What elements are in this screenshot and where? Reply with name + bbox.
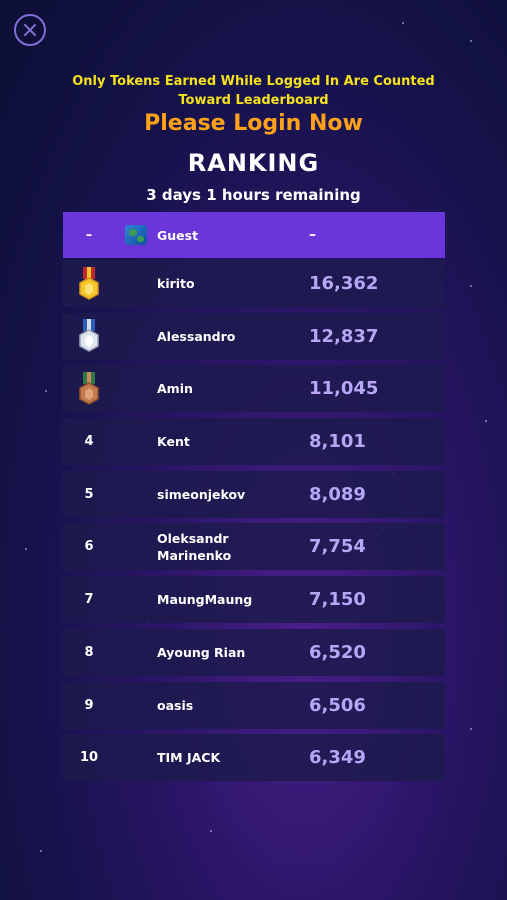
- bronze-medal-icon: [63, 371, 115, 406]
- login-link[interactable]: Please Login Now: [0, 108, 507, 140]
- table-row: 9 oasis 6,506: [63, 681, 445, 729]
- player-score: 16,362: [309, 273, 379, 294]
- player-rank: 4: [84, 434, 94, 450]
- player-rank: 5: [84, 486, 94, 502]
- player-name: Oleksandr Marinenko: [157, 530, 232, 563]
- player-rank: 9: [84, 697, 94, 713]
- guest-row: – Guest –: [63, 212, 445, 258]
- guest-name: Guest: [157, 227, 199, 243]
- guest-score: –: [309, 227, 316, 243]
- player-score: 6,506: [309, 694, 366, 716]
- player-name: Ayoung Rian: [157, 644, 246, 660]
- table-row: 4 Kent 8,101: [63, 418, 445, 466]
- player-name: Alessandro: [157, 328, 236, 344]
- player-name: kirito: [157, 276, 195, 291]
- table-row: 5 simeonjekov 8,089: [63, 470, 445, 518]
- table-row: 6 Oleksandr Marinenko 7,754: [63, 523, 445, 571]
- table-row: 7 MaungMaung 7,150: [63, 576, 445, 624]
- table-row: kirito 16,362: [63, 260, 445, 307]
- table-row: 10 TIM JACK 6,349: [63, 734, 445, 782]
- player-score: 7,150: [309, 589, 366, 611]
- player-score: 8,089: [309, 483, 366, 505]
- globe-icon: [125, 225, 147, 245]
- gold-medal-icon: [63, 266, 115, 301]
- player-score: 11,045: [309, 378, 379, 400]
- player-name: Kent: [157, 434, 190, 450]
- table-row: 8 Ayoung Rian 6,520: [63, 628, 445, 676]
- close-button[interactable]: [14, 14, 46, 46]
- guest-rank: –: [85, 227, 93, 243]
- player-name: MaungMaung: [157, 592, 253, 608]
- close-icon: [24, 24, 36, 36]
- player-name: oasis: [157, 697, 194, 713]
- player-rank: 10: [79, 750, 99, 766]
- notice-line-1: Only Tokens Earned While Logged In Are C…: [72, 74, 435, 89]
- leaderboard: – Guest – kirito 16,362 Alessandro 12,83…: [63, 212, 445, 787]
- player-score: 6,349: [309, 747, 366, 769]
- player-name: Amin: [157, 381, 193, 397]
- player-score: 6,520: [309, 641, 366, 663]
- player-rank: 7: [84, 592, 94, 608]
- player-score: 12,837: [309, 325, 379, 347]
- player-rank: 8: [84, 644, 94, 660]
- player-rank: 6: [84, 539, 94, 555]
- player-name: simeonjekov: [157, 486, 246, 502]
- table-row: Alessandro 12,837: [63, 312, 445, 360]
- player-score: 8,101: [309, 431, 366, 453]
- table-row: Amin 11,045: [63, 365, 445, 413]
- time-remaining: 3 days 1 hours remaining: [146, 186, 361, 204]
- silver-medal-icon: [63, 319, 115, 353]
- login-notice: Only Tokens Earned While Logged In Are C…: [0, 72, 507, 110]
- player-score: 7,754: [309, 536, 366, 558]
- player-name: TIM JACK: [157, 750, 221, 766]
- page-title: RANKING: [187, 149, 320, 177]
